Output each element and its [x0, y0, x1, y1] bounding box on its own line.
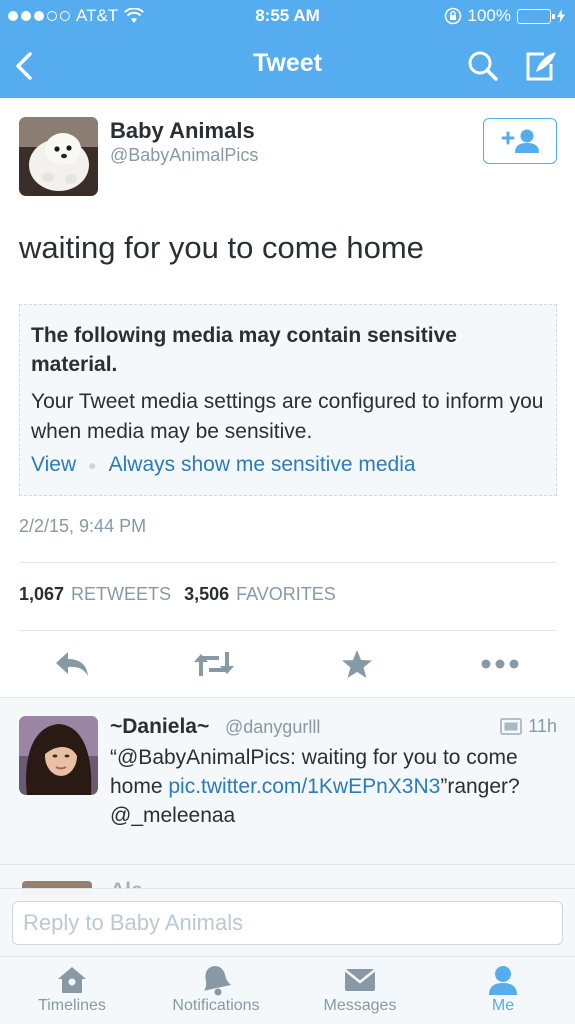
follow-button[interactable] — [483, 118, 557, 164]
search-icon — [468, 51, 498, 81]
tab-timelines-label: Timelines — [38, 997, 106, 1014]
compose-button[interactable] — [519, 44, 563, 88]
tab-me-label: Me — [491, 997, 515, 1014]
reply-time-label: 11h — [528, 716, 557, 736]
reply-author-name[interactable]: ~Daniela~ — [110, 715, 209, 739]
favorite-count[interactable]: 3,506 — [184, 584, 229, 605]
tab-timelines[interactable]: Timelines — [12, 963, 132, 1023]
always-show-sensitive-link[interactable]: Always show me sensitive media — [109, 453, 416, 477]
charging-icon — [557, 9, 565, 23]
reply-button[interactable] — [50, 642, 94, 686]
author-avatar[interactable] — [19, 117, 98, 196]
author-name[interactable]: Baby Animals — [110, 118, 255, 144]
tab-bar: Timelines Notifications Messages Me — [0, 956, 575, 1024]
reply-media-link[interactable]: pic.twitter.com/1KwEPnX3N3 — [168, 775, 440, 798]
view-media-link[interactable]: View — [31, 453, 76, 477]
bell-icon — [203, 966, 231, 996]
tab-notifications[interactable]: Notifications — [156, 963, 276, 1023]
search-button[interactable] — [461, 44, 505, 88]
reply-text: “@BabyAnimalPics: waiting for you to com… — [110, 743, 530, 830]
reply-author-handle[interactable]: @danygurlll — [225, 717, 320, 738]
tweet-text: waiting for you to come home — [19, 230, 424, 265]
reply-icon — [56, 652, 88, 676]
status-bar: AT&T 8:55 AM 100% — [0, 0, 575, 34]
divider — [19, 562, 556, 563]
author-handle[interactable]: @BabyAnimalPics — [110, 145, 258, 166]
home-icon — [58, 967, 86, 993]
star-icon — [342, 650, 372, 678]
tab-notifications-label: Notifications — [172, 997, 260, 1014]
envelope-icon — [344, 969, 376, 991]
more-icon — [481, 659, 519, 669]
media-icon — [500, 718, 523, 735]
rotation-lock-icon — [444, 7, 461, 25]
sensitive-body: Your Tweet media settings are configured… — [31, 390, 544, 443]
tweet-actions — [0, 642, 575, 686]
retweet-label[interactable]: RETWEETS — [71, 584, 171, 605]
separator-dot: ● — [88, 457, 97, 473]
more-button[interactable] — [478, 642, 522, 686]
tab-messages[interactable]: Messages — [300, 963, 420, 1023]
retweet-count[interactable]: 1,067 — [19, 584, 64, 605]
sensitive-title: The following media may contain sensitiv… — [31, 324, 457, 376]
favorite-button[interactable] — [335, 642, 379, 686]
add-user-icon — [501, 129, 539, 153]
top-bar: AT&T 8:55 AM 100% Tweet — [0, 0, 575, 98]
reply-time: 11h — [500, 716, 557, 737]
tweet-timestamp: 2/2/15, 9:44 PM — [19, 516, 147, 536]
reply-input[interactable] — [12, 901, 563, 945]
tab-me[interactable]: Me — [443, 963, 563, 1023]
favorite-label[interactable]: FAVORITES — [236, 584, 336, 605]
person-icon — [489, 966, 517, 995]
retweet-button[interactable] — [192, 642, 236, 686]
compose-icon — [526, 52, 556, 81]
retweet-icon — [194, 652, 234, 676]
battery-icon — [517, 8, 555, 24]
tweet-stats: 1,067 RETWEETS 3,506 FAVORITES — [19, 584, 336, 605]
tab-messages-label: Messages — [323, 997, 397, 1014]
sensitive-media-notice: The following media may contain sensitiv… — [19, 304, 557, 496]
divider — [19, 630, 556, 631]
reply-bar — [0, 888, 575, 956]
reply-avatar[interactable] — [19, 716, 98, 795]
reply-tweet[interactable]: ~Daniela~ @danygurlll 11h “@BabyAnimalPi… — [0, 697, 575, 865]
battery-percent: 100% — [467, 6, 511, 25]
